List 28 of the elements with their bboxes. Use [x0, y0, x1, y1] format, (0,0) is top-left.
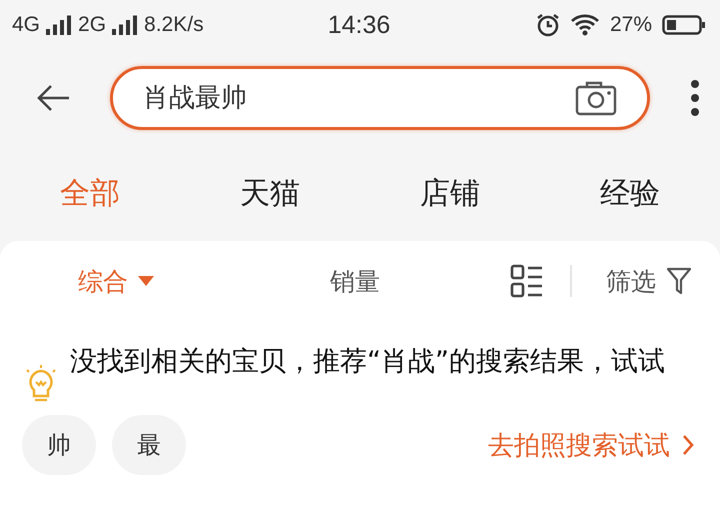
- camera-icon[interactable]: [575, 80, 617, 116]
- caret-icon: [138, 276, 154, 286]
- category-tab[interactable]: 天猫: [232, 168, 308, 218]
- photo-search-link[interactable]: 去拍照搜索试试: [488, 428, 694, 462]
- network-label: 4G: [12, 13, 40, 37]
- wifi-icon: [570, 14, 600, 36]
- sort-option[interactable]: 销量: [322, 260, 388, 302]
- signal-icon: [112, 15, 138, 35]
- network-speed: 8.2K/s: [144, 13, 204, 37]
- clock-time: 14:36: [328, 10, 390, 40]
- alarm-icon: [536, 13, 560, 37]
- suggestion-chip[interactable]: 最: [112, 415, 186, 475]
- battery-percent: 27%: [610, 13, 652, 37]
- category-tab[interactable]: 店铺: [412, 168, 488, 218]
- suggestion-chip[interactable]: 帅: [22, 415, 96, 475]
- filter-icon: [666, 267, 692, 295]
- more-options-icon[interactable]: [690, 78, 700, 116]
- signal-icon: [46, 15, 72, 35]
- network-label: 2G: [78, 13, 106, 37]
- back-arrow-icon[interactable]: [36, 84, 70, 112]
- battery-icon: [662, 14, 706, 36]
- sort-option[interactable]: 综合: [70, 260, 162, 302]
- category-tab[interactable]: 经验: [592, 168, 668, 218]
- sort-option[interactable]: 筛选: [598, 260, 700, 302]
- search-field[interactable]: 肖战最帅: [110, 66, 650, 130]
- layout-toggle-icon[interactable]: [510, 264, 544, 298]
- no-results-message: 没找到相关的宝贝，推荐“肖战”的搜索结果，试试: [70, 345, 665, 379]
- chevron-right-icon: [682, 434, 694, 456]
